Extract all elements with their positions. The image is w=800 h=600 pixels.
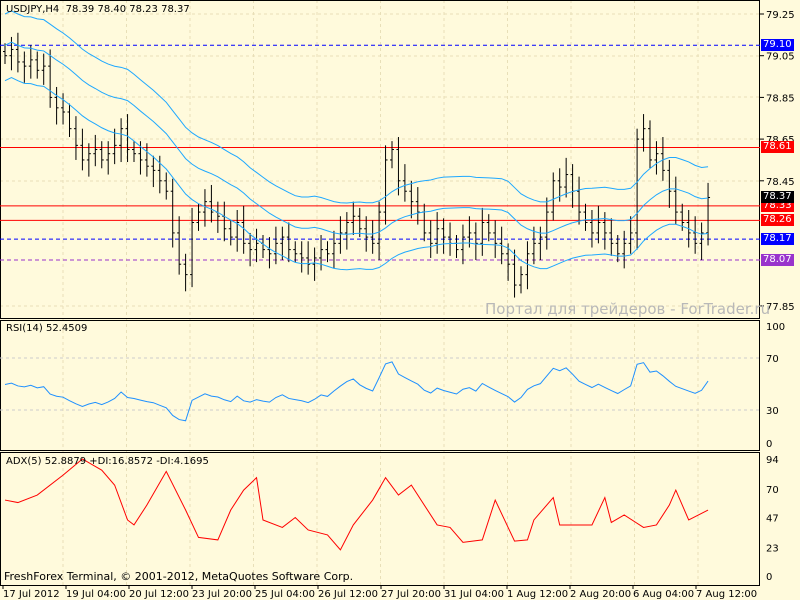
time-tick-label: 6 Aug 04:00 xyxy=(633,589,694,600)
time-tick-label: 2 Aug 20:00 xyxy=(570,589,631,600)
price-tick-label: 79.05 xyxy=(766,52,795,63)
current-price-label: 78.37 xyxy=(761,191,794,204)
price-tick-label: 77.85 xyxy=(766,302,795,313)
price-tick-label: 79.25 xyxy=(766,10,795,21)
adx-axis-label: 70 xyxy=(766,485,779,496)
time-tick-label: 7 Aug 12:00 xyxy=(696,589,757,600)
level-price-label: 78.26 xyxy=(761,214,794,227)
rsi-axis-label: 100 xyxy=(766,322,785,333)
adx-axis-label: 0 xyxy=(766,572,772,583)
time-tick-label: 31 Jul 04:00 xyxy=(444,589,504,600)
level-price-label: 78.61 xyxy=(761,141,794,154)
watermark: Портал для трейдеров - ForTrader.ru xyxy=(485,300,771,318)
adx-axis-label: 47 xyxy=(766,513,779,524)
band-line xyxy=(4,77,709,271)
chart-header: USDJPY,H4 78.39 78.40 78.23 78.37 xyxy=(6,4,190,15)
adx-label: ADX(5) 52.8879 +DI:16.8572 -DI:4.1695 xyxy=(6,456,209,467)
time-tick-label: 25 Jul 04:00 xyxy=(255,589,315,600)
adx-axis-label: 94 xyxy=(766,455,779,466)
copyright: FreshForex Terminal, © 2001-2012, MetaQu… xyxy=(4,570,354,583)
time-tick-label: 27 Jul 20:00 xyxy=(381,589,441,600)
band-line xyxy=(4,10,709,204)
symbol-label: USDJPY,H4 xyxy=(6,4,60,15)
level-price-label: 78.07 xyxy=(761,254,794,267)
time-tick-label: 1 Aug 12:00 xyxy=(507,589,568,600)
time-tick-label: 26 Jul 12:00 xyxy=(318,589,378,600)
rsi-axis-label: 70 xyxy=(766,354,779,365)
time-tick-label: 23 Jul 20:00 xyxy=(192,589,252,600)
adx-axis-label: 23 xyxy=(766,543,779,554)
price-tick-label: 78.45 xyxy=(766,177,795,188)
level-price-label: 79.10 xyxy=(761,39,794,52)
time-tick-label: 17 Jul 2012 xyxy=(3,589,60,600)
rsi-axis-label: 0 xyxy=(766,439,772,450)
time-tick-label: 19 Jul 04:00 xyxy=(66,589,126,600)
adx-line xyxy=(4,458,709,551)
rsi-line xyxy=(4,361,709,422)
time-tick-label: 20 Jul 12:00 xyxy=(129,589,189,600)
price-tick-label: 78.85 xyxy=(766,93,795,104)
rsi-label: RSI(14) 52.4509 xyxy=(6,323,88,334)
level-price-label: 78.17 xyxy=(761,233,794,246)
rsi-axis-label: 30 xyxy=(766,406,779,417)
ohlc-values: 78.39 78.40 78.23 78.37 xyxy=(65,4,190,15)
